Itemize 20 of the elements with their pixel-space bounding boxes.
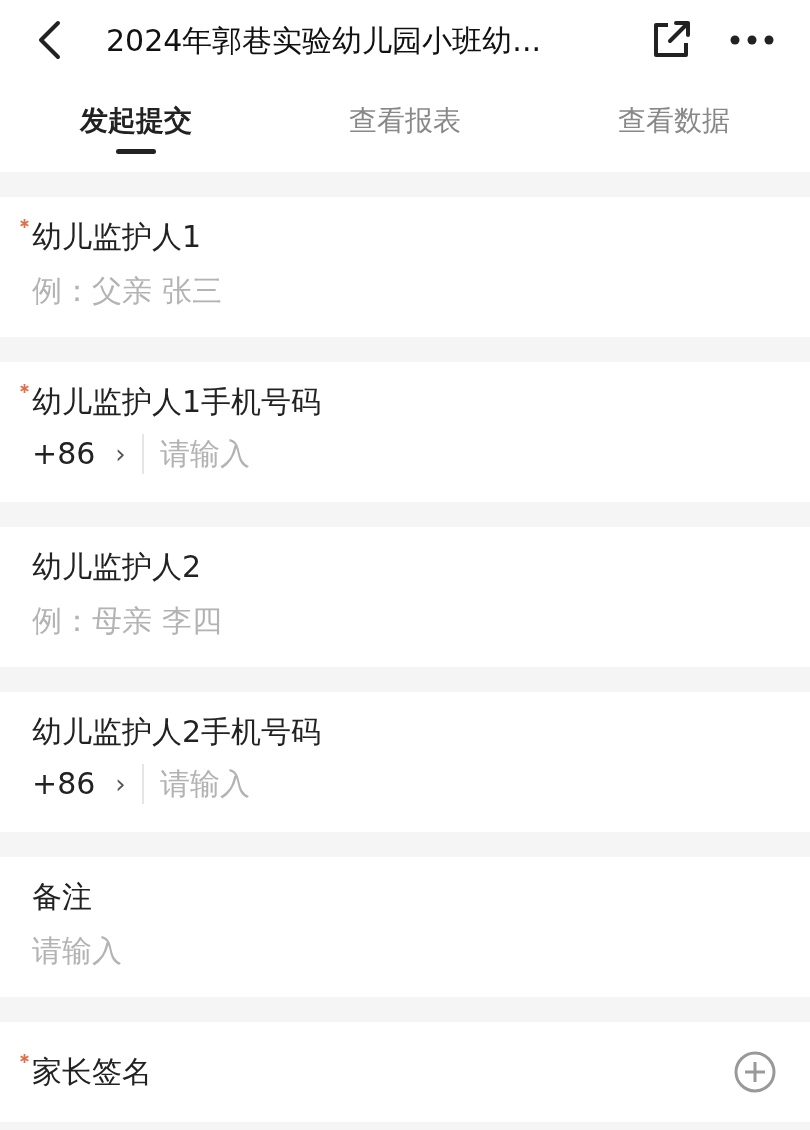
field-label: 幼儿监护人1	[32, 218, 202, 256]
more-icon[interactable]	[730, 35, 774, 45]
input-field[interactable]: 例：父亲 张三	[32, 271, 732, 311]
input-field[interactable]: 例：母亲 李四	[32, 601, 732, 641]
add-icon[interactable]	[734, 1051, 776, 1093]
field-label: 幼儿监护人2手机号码	[32, 713, 322, 751]
tab[interactable]: 查看报表	[349, 80, 461, 172]
country-code-selector[interactable]: +86 ›	[32, 764, 144, 804]
field-label: 备注	[32, 878, 92, 916]
field-label: 幼儿监护人2	[32, 548, 202, 586]
country-code-selector[interactable]: +86 ›	[32, 434, 144, 474]
phone-input-field[interactable]: 请输入	[159, 434, 660, 474]
page-title: 2024年郭巷实验幼儿园小班幼...	[106, 21, 542, 60]
field-label: 家长签名	[32, 1053, 152, 1091]
field-label: 幼儿监护人1手机号码	[32, 383, 322, 421]
input-field[interactable]: 请输入	[32, 931, 732, 971]
back-icon[interactable]	[36, 20, 62, 60]
tab[interactable]: 发起提交	[80, 80, 192, 172]
tab[interactable]: 查看数据	[618, 80, 730, 172]
phone-input-field[interactable]: 请输入	[159, 764, 660, 804]
